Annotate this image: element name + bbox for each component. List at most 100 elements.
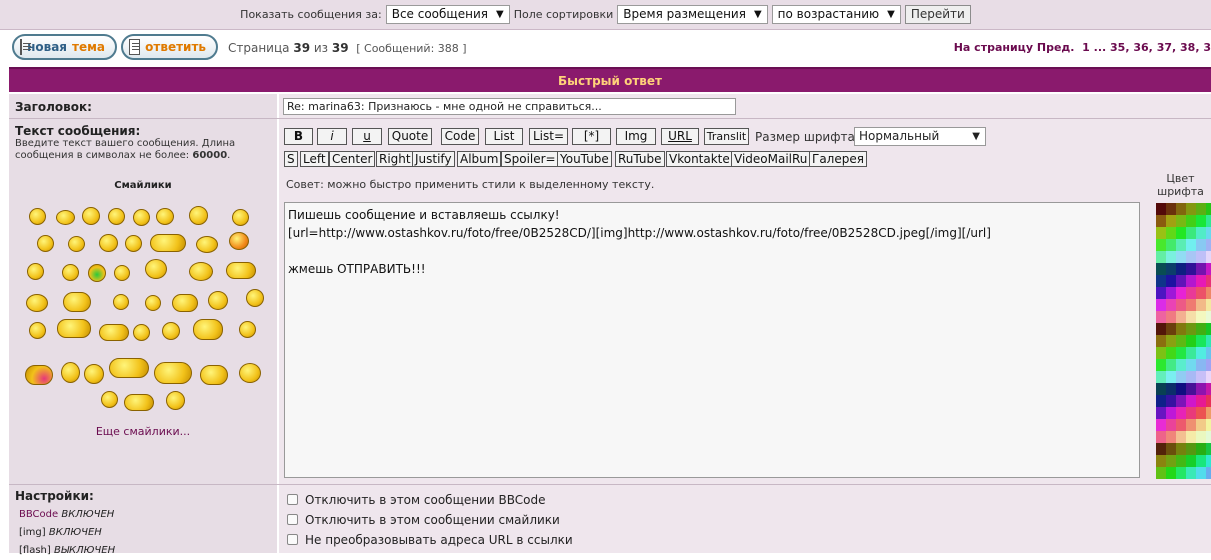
color-swatch[interactable] [1206, 335, 1211, 347]
color-swatch[interactable] [1166, 419, 1176, 431]
color-swatch[interactable] [1206, 443, 1211, 455]
color-swatch[interactable] [1166, 395, 1176, 407]
color-swatch[interactable] [1186, 383, 1196, 395]
bbcode-link[interactable]: BBCode [19, 509, 58, 520]
quote-button[interactable]: Quote [388, 128, 432, 145]
color-swatch[interactable] [1196, 251, 1206, 263]
color-swatch[interactable] [1206, 419, 1211, 431]
smiley-icon[interactable] [156, 208, 174, 225]
videomailru-button[interactable]: VideoMailRu [731, 151, 811, 167]
color-swatch[interactable] [1196, 323, 1206, 335]
new-topic-button[interactable]: новая тема [12, 34, 117, 60]
color-swatch[interactable] [1186, 263, 1196, 275]
color-swatch[interactable] [1196, 407, 1206, 419]
color-swatch[interactable] [1206, 275, 1211, 287]
color-swatch[interactable] [1176, 263, 1186, 275]
smiley-icon[interactable] [154, 362, 192, 384]
color-swatch[interactable] [1206, 227, 1211, 239]
disable-bbcode-checkbox[interactable] [287, 494, 298, 505]
sort-order-select[interactable]: по возрастанию ▼ [771, 5, 901, 24]
color-swatch[interactable] [1156, 383, 1166, 395]
color-swatch[interactable] [1176, 371, 1186, 383]
smiley-icon[interactable] [63, 292, 91, 312]
color-swatch[interactable] [1176, 419, 1186, 431]
color-swatch[interactable] [1186, 311, 1196, 323]
color-swatch[interactable] [1176, 299, 1186, 311]
color-swatch[interactable] [1196, 443, 1206, 455]
color-swatch[interactable] [1156, 263, 1166, 275]
smiley-icon[interactable] [239, 321, 256, 338]
pager-page-link[interactable]: 37 [1157, 41, 1172, 54]
color-swatch[interactable] [1206, 455, 1211, 467]
subject-input[interactable]: Re: marina63: Признаюсь - мне одной не с… [283, 98, 736, 115]
more-smileys-link[interactable]: Еще смайлики... [9, 425, 277, 438]
color-swatch[interactable] [1196, 299, 1206, 311]
smiley-icon[interactable] [193, 319, 223, 340]
smiley-icon[interactable] [37, 235, 54, 252]
pager-page-link[interactable]: 1 [1082, 41, 1090, 54]
color-swatch[interactable] [1166, 275, 1176, 287]
smiley-icon[interactable] [196, 236, 218, 253]
color-swatch[interactable] [1186, 227, 1196, 239]
color-swatch[interactable] [1186, 275, 1196, 287]
list-item-button[interactable]: [*] [572, 128, 611, 145]
rutube-button[interactable]: RuTube [615, 151, 665, 167]
color-swatch[interactable] [1196, 359, 1206, 371]
color-swatch[interactable] [1156, 215, 1166, 227]
color-swatch[interactable] [1196, 227, 1206, 239]
align-right-button[interactable]: Right [376, 151, 414, 167]
color-swatch[interactable] [1186, 347, 1196, 359]
color-swatch[interactable] [1166, 383, 1176, 395]
color-swatch[interactable] [1176, 227, 1186, 239]
color-swatch[interactable] [1156, 227, 1166, 239]
color-swatch[interactable] [1156, 323, 1166, 335]
color-swatch[interactable] [1196, 383, 1206, 395]
strike-button[interactable]: S [284, 151, 298, 167]
album-button[interactable]: Album [457, 151, 502, 167]
smiley-icon[interactable] [68, 236, 85, 252]
color-swatch[interactable] [1186, 455, 1196, 467]
color-swatch[interactable] [1166, 359, 1176, 371]
color-swatch[interactable] [1166, 311, 1176, 323]
color-swatch[interactable] [1166, 335, 1176, 347]
underline-button[interactable]: u [352, 128, 382, 145]
justify-button[interactable]: Justify [412, 151, 455, 167]
smiley-icon[interactable] [189, 262, 213, 281]
color-swatch[interactable] [1176, 215, 1186, 227]
color-swatch[interactable] [1156, 311, 1166, 323]
smiley-icon[interactable] [133, 324, 150, 341]
color-swatch[interactable] [1176, 455, 1186, 467]
list-button[interactable]: List [485, 128, 523, 145]
align-left-button[interactable]: Left [300, 151, 329, 167]
color-swatch[interactable] [1176, 359, 1186, 371]
color-swatch[interactable] [1196, 203, 1206, 215]
color-swatch[interactable] [1206, 431, 1211, 443]
color-swatch[interactable] [1176, 431, 1186, 443]
color-swatch[interactable] [1186, 443, 1196, 455]
smiley-icon[interactable] [200, 365, 228, 385]
color-swatch[interactable] [1156, 371, 1166, 383]
color-swatch[interactable] [1186, 203, 1196, 215]
color-swatch[interactable] [1166, 263, 1176, 275]
color-swatch[interactable] [1186, 239, 1196, 251]
color-swatch[interactable] [1206, 383, 1211, 395]
color-swatch[interactable] [1186, 323, 1196, 335]
color-swatch[interactable] [1176, 275, 1186, 287]
color-swatch[interactable] [1156, 443, 1166, 455]
color-swatch[interactable] [1176, 203, 1186, 215]
smiley-icon[interactable] [133, 209, 150, 226]
color-swatch[interactable] [1176, 443, 1186, 455]
color-swatch[interactable] [1166, 347, 1176, 359]
color-swatch[interactable] [1206, 323, 1211, 335]
color-swatch[interactable] [1206, 371, 1211, 383]
color-swatch[interactable] [1196, 347, 1206, 359]
code-button[interactable]: Code [441, 128, 479, 145]
color-swatch[interactable] [1206, 359, 1211, 371]
smiley-icon[interactable] [145, 295, 161, 311]
smiley-icon[interactable] [226, 262, 256, 279]
color-swatch[interactable] [1196, 419, 1206, 431]
color-swatch[interactable] [1196, 275, 1206, 287]
color-swatch[interactable] [1156, 347, 1166, 359]
color-swatch[interactable] [1156, 431, 1166, 443]
url-button[interactable]: URL [661, 128, 699, 145]
